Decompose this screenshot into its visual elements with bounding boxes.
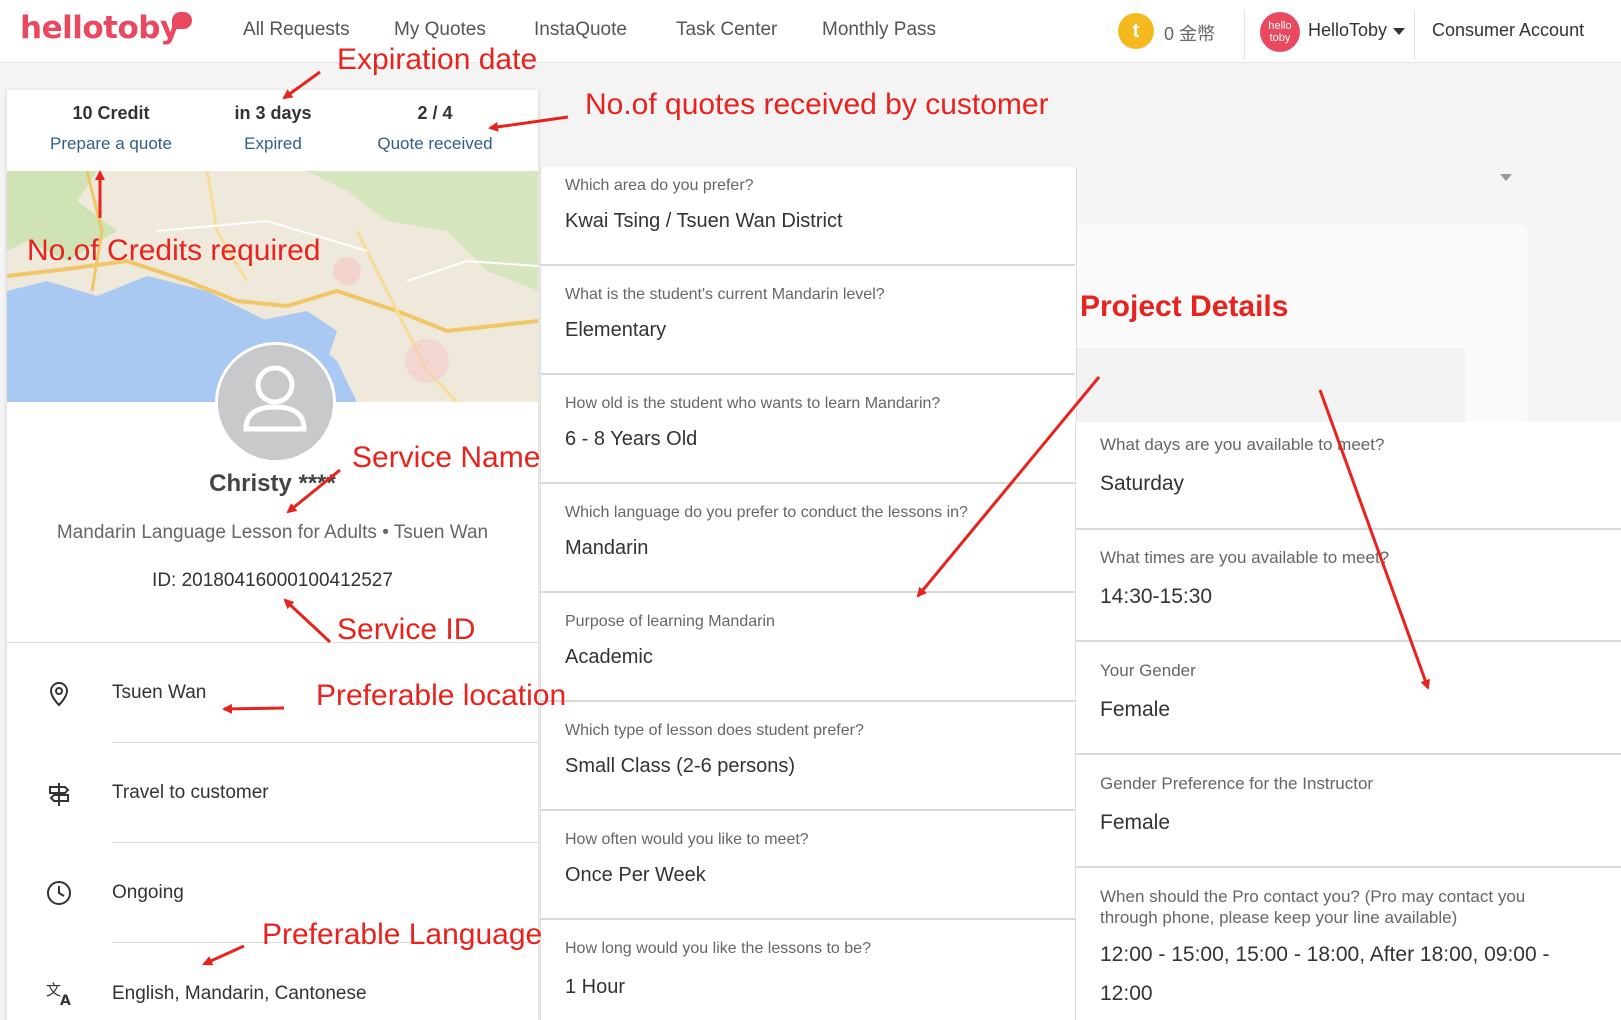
arrow-expiration <box>282 70 321 100</box>
arrow-location <box>222 703 285 714</box>
arrow-service-id <box>283 598 332 644</box>
annotation-service-name: Service Name <box>352 441 541 474</box>
arrow-language <box>202 944 245 966</box>
arrow-project-details-middle <box>916 376 1101 598</box>
annotation-preferable-location: Preferable location <box>316 679 567 712</box>
annotation-preferable-language: Preferable Language <box>262 918 543 951</box>
annotation-quotes-received: No.of quotes received by customer <box>585 88 1049 121</box>
arrow-service-name <box>286 468 341 514</box>
annotation-project-details: Project Details <box>1080 290 1289 323</box>
arrow-quotes <box>488 115 569 132</box>
annotation-expiration-date: Expiration date <box>337 43 538 76</box>
annotation-credits-required: No.of Credits required <box>27 234 321 267</box>
annotation-service-id: Service ID <box>337 613 476 646</box>
arrow-project-details-right <box>1318 389 1430 690</box>
annotation-arrows <box>95 70 1430 966</box>
